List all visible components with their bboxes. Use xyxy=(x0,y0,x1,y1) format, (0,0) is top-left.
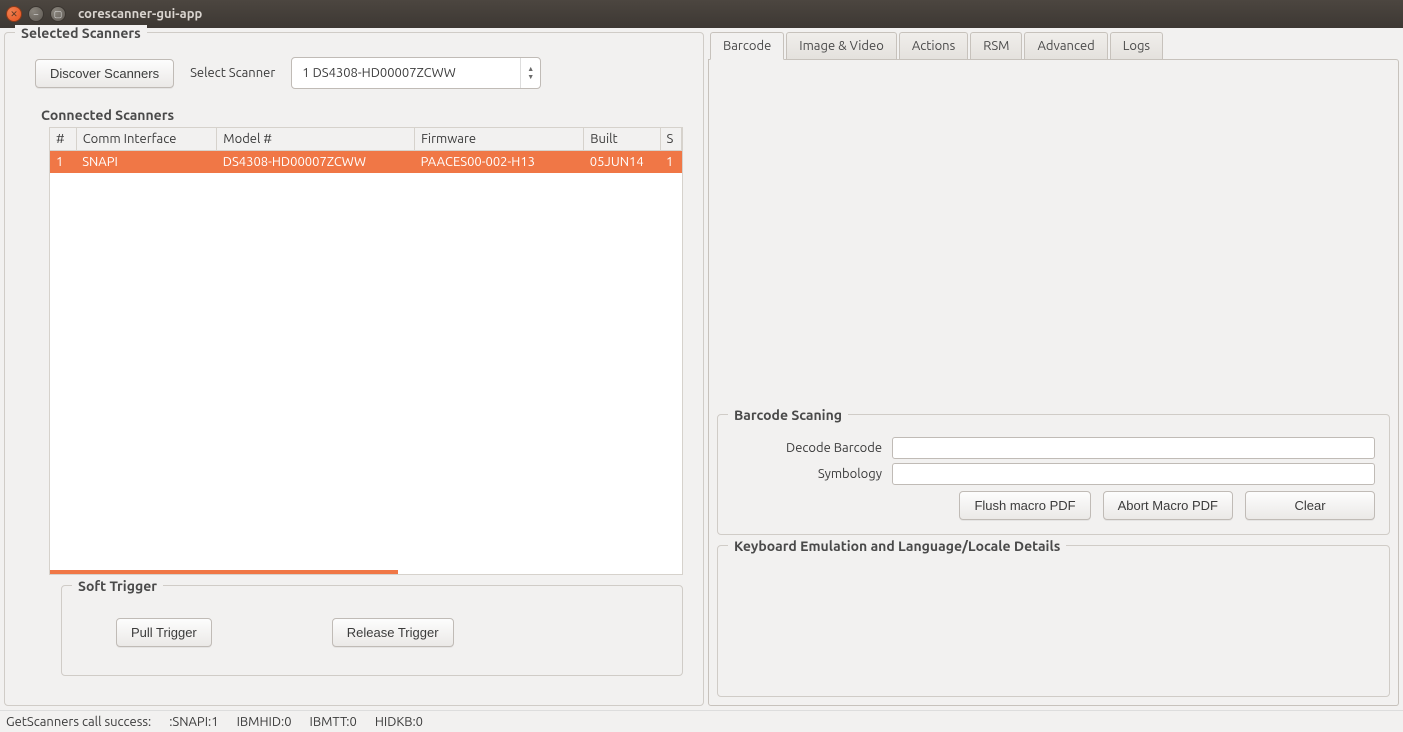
status-hidkb: HIDKB:0 xyxy=(375,715,423,729)
cell-model: DS4308-HD00007ZCWW xyxy=(217,151,415,174)
flush-macro-pdf-button[interactable]: Flush macro PDF xyxy=(959,491,1090,520)
minimize-icon[interactable]: – xyxy=(28,6,44,22)
tab-image-video[interactable]: Image & Video xyxy=(786,32,897,60)
selected-scanners-title: Selected Scanners xyxy=(15,25,147,41)
connected-scanners-table[interactable]: # Comm Interface Model # Firmware Built … xyxy=(49,127,683,575)
selected-scanners-group: Selected Scanners Discover Scanners Sele… xyxy=(4,32,704,706)
connected-scanners-title: Connected Scanners xyxy=(5,101,703,127)
cell-firmware: PAACES00-002-H13 xyxy=(415,151,584,174)
pull-trigger-button[interactable]: Pull Trigger xyxy=(116,618,212,647)
abort-macro-pdf-button[interactable]: Abort Macro PDF xyxy=(1103,491,1233,520)
select-scanner-label: Select Scanner xyxy=(190,66,275,80)
status-ibmtt: IBMTT:0 xyxy=(310,715,357,729)
tab-rsm[interactable]: RSM xyxy=(970,32,1022,60)
status-ibmhid: IBMHID:0 xyxy=(237,715,292,729)
window-title: corescanner-gui-app xyxy=(78,7,202,21)
col-num[interactable]: # xyxy=(50,128,76,151)
cell-s: 1 xyxy=(660,151,681,174)
barcode-display-area xyxy=(717,68,1390,408)
col-built[interactable]: Built xyxy=(584,128,660,151)
tab-logs[interactable]: Logs xyxy=(1110,32,1163,60)
col-firmware[interactable]: Firmware xyxy=(415,128,584,151)
soft-trigger-group: Soft Trigger Pull Trigger Release Trigge… xyxy=(61,585,683,676)
col-comm[interactable]: Comm Interface xyxy=(76,128,217,151)
barcode-scanning-title: Barcode Scaning xyxy=(728,407,848,423)
cell-num: 1 xyxy=(50,151,76,174)
tab-advanced[interactable]: Advanced xyxy=(1024,32,1107,60)
decode-barcode-input[interactable] xyxy=(892,437,1375,459)
select-scanner-value: 1 DS4308-HD00007ZCWW xyxy=(292,66,520,80)
barcode-scanning-group: Barcode Scaning Decode Barcode Symbology… xyxy=(717,414,1390,535)
discover-scanners-button[interactable]: Discover Scanners xyxy=(35,59,174,88)
horizontal-scroll-indicator[interactable] xyxy=(50,570,398,574)
symbology-label: Symbology xyxy=(732,467,882,481)
release-trigger-button[interactable]: Release Trigger xyxy=(332,618,454,647)
cell-comm: SNAPI xyxy=(76,151,217,174)
clear-button[interactable]: Clear xyxy=(1245,491,1375,520)
status-message: GetScanners call success: xyxy=(6,715,151,729)
close-icon[interactable]: ✕ xyxy=(6,6,22,22)
tab-bar: Barcode Image & Video Actions RSM Advanc… xyxy=(708,32,1399,60)
spinner-arrows-icon[interactable]: ▲▼ xyxy=(520,58,540,88)
maximize-icon[interactable]: ▢ xyxy=(50,6,66,22)
symbology-input[interactable] xyxy=(892,463,1375,485)
cell-built: 05JUN14 xyxy=(584,151,660,174)
keyboard-emulation-group: Keyboard Emulation and Language/Locale D… xyxy=(717,545,1390,697)
decode-barcode-label: Decode Barcode xyxy=(732,441,882,455)
select-scanner-dropdown[interactable]: 1 DS4308-HD00007ZCWW ▲▼ xyxy=(291,57,541,89)
col-s[interactable]: S xyxy=(660,128,681,151)
tab-actions[interactable]: Actions xyxy=(899,32,968,60)
titlebar: ✕ – ▢ corescanner-gui-app xyxy=(0,0,1403,28)
status-bar: GetScanners call success: :SNAPI:1 IBMHI… xyxy=(0,710,1403,732)
tab-barcode[interactable]: Barcode xyxy=(710,32,784,60)
status-snapi: :SNAPI:1 xyxy=(169,715,218,729)
keyboard-emulation-title: Keyboard Emulation and Language/Locale D… xyxy=(728,538,1066,554)
soft-trigger-title: Soft Trigger xyxy=(72,578,163,594)
col-model[interactable]: Model # xyxy=(217,128,415,151)
table-row[interactable]: 1 SNAPI DS4308-HD00007ZCWW PAACES00-002-… xyxy=(50,151,682,174)
barcode-panel: Barcode Scaning Decode Barcode Symbology… xyxy=(708,59,1399,706)
